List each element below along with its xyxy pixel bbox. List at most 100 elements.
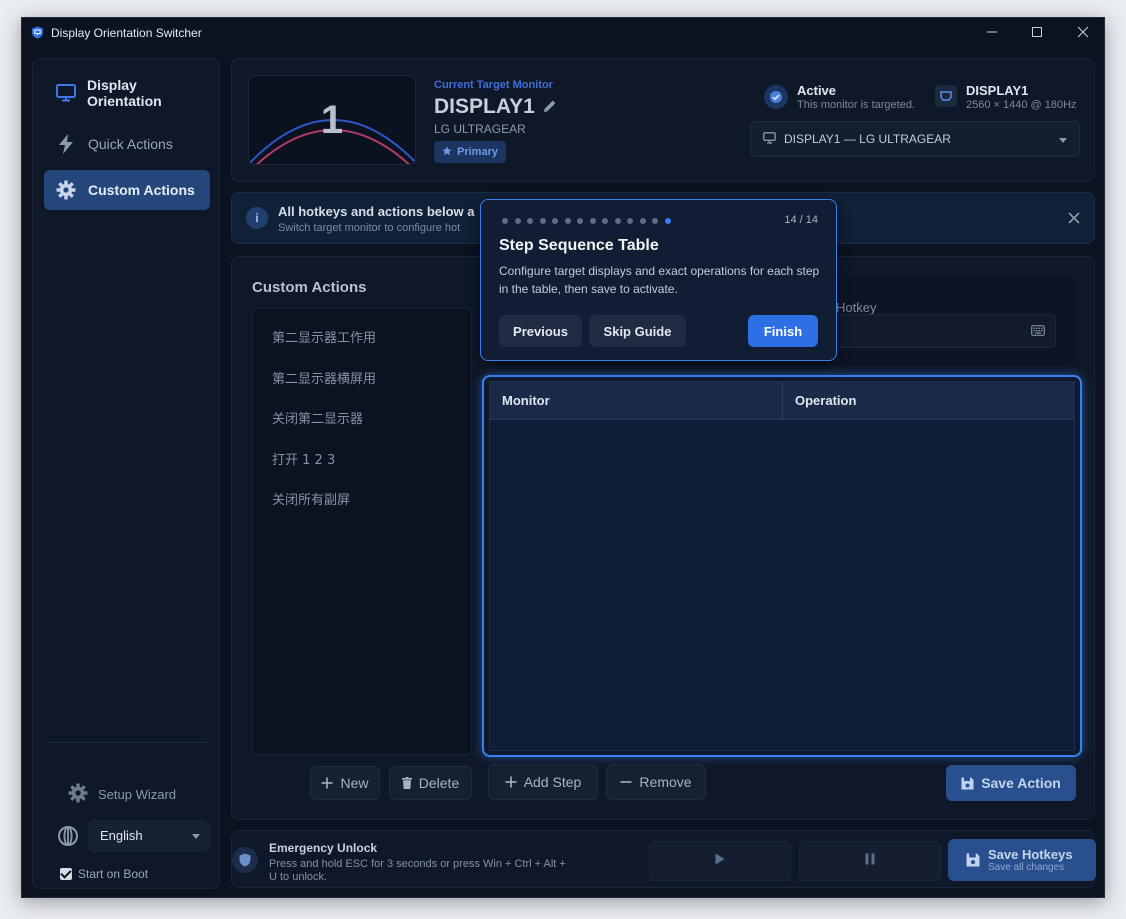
save-action-label: Save Action bbox=[981, 775, 1061, 791]
new-action-label: New bbox=[340, 775, 369, 791]
primary-badge: Primary bbox=[434, 141, 506, 163]
hotkey-input[interactable] bbox=[828, 314, 1056, 348]
lightning-icon bbox=[54, 134, 78, 154]
gear-icon bbox=[54, 180, 78, 200]
monitor-icon bbox=[763, 131, 784, 147]
sidebar-item-quick-actions[interactable]: Quick Actions bbox=[44, 124, 210, 164]
info-banner-title: All hotkeys and actions below a bbox=[278, 204, 475, 219]
guide-description: Configure target displays and exact oper… bbox=[499, 264, 820, 296]
start-on-boot-checkbox[interactable]: Start on Boot bbox=[60, 867, 148, 881]
step-table-body: Monitor Operation bbox=[489, 381, 1075, 751]
remove-step-button[interactable]: Remove bbox=[606, 764, 706, 800]
gear-icon bbox=[68, 783, 98, 806]
status-subtitle: This monitor is targeted. bbox=[797, 99, 915, 111]
sidebar-item-display-orientation[interactable]: Display Orientation bbox=[44, 73, 210, 113]
resolution-info: DISPLAY1 2560 × 1440 @ 180Hz bbox=[935, 83, 1077, 111]
list-item[interactable]: 打开 1 2 3 bbox=[272, 449, 335, 468]
finish-button[interactable]: Finish bbox=[748, 315, 818, 347]
step-dot bbox=[627, 218, 633, 224]
monitor-name: DISPLAY1 bbox=[434, 95, 557, 119]
step-dot bbox=[539, 218, 546, 224]
setup-wizard-button[interactable]: Setup Wizard bbox=[68, 783, 176, 806]
monitor-model: LG ULTRAGEAR bbox=[434, 122, 526, 136]
step-dot bbox=[527, 218, 533, 224]
monitor-thumbnail: 1 bbox=[248, 75, 416, 165]
sidebar-item-label: Custom Actions bbox=[88, 182, 195, 198]
emergency-unlock-subtitle: Press and hold ESC for 3 seconds or pres… bbox=[269, 858, 566, 883]
sidebar-divider bbox=[45, 742, 207, 743]
step-dot bbox=[514, 218, 521, 224]
language-select[interactable]: English bbox=[88, 820, 210, 852]
language-value: English bbox=[100, 828, 143, 843]
active-status: Active This monitor is targeted. bbox=[764, 83, 915, 111]
skip-guide-button[interactable]: Skip Guide bbox=[589, 315, 686, 347]
step-dot bbox=[552, 218, 558, 224]
save-action-button[interactable]: Save Action bbox=[946, 765, 1076, 801]
remove-step-label: Remove bbox=[639, 774, 692, 790]
guide-popover: 14 / 14 Step Sequence Table Configure ta… bbox=[480, 199, 837, 361]
pause-button[interactable] bbox=[799, 841, 941, 881]
sidebar-item-label: Display Orientation bbox=[87, 77, 162, 109]
info-icon: i bbox=[246, 207, 268, 229]
start-on-boot-label: Start on Boot bbox=[78, 867, 149, 881]
info-banner-subtitle: Switch target monitor to configure hot bbox=[278, 222, 461, 234]
add-step-button[interactable]: Add Step bbox=[488, 764, 598, 800]
guide-title: Step Sequence Table bbox=[499, 237, 659, 254]
monitor-card: 1 Current Target Monitor DISPLAY1 LG ULT… bbox=[231, 58, 1095, 182]
pause-icon bbox=[865, 852, 875, 870]
shield-icon bbox=[232, 847, 258, 873]
add-step-label: Add Step bbox=[523, 774, 582, 790]
status-title: Active bbox=[797, 83, 837, 98]
save-hotkeys-title: Save Hotkeys bbox=[988, 847, 1073, 862]
step-dot bbox=[564, 218, 571, 224]
list-item[interactable]: 第二显示器工作用 bbox=[272, 327, 376, 346]
delete-action-label: Delete bbox=[418, 775, 460, 791]
hotkey-label: Hotkey bbox=[836, 300, 877, 315]
step-dot bbox=[589, 218, 596, 224]
play-button[interactable] bbox=[649, 841, 791, 881]
maximize-button[interactable] bbox=[1027, 24, 1047, 42]
step-sequence-table[interactable]: Monitor Operation bbox=[482, 375, 1082, 757]
minimize-button[interactable] bbox=[982, 24, 1002, 42]
step-progress-dots bbox=[502, 218, 677, 224]
step-counter: 14 / 14 bbox=[784, 214, 818, 226]
column-divider[interactable] bbox=[782, 382, 783, 420]
table-header-row: Monitor Operation bbox=[490, 382, 1074, 420]
window-title: Display Orientation Switcher bbox=[51, 26, 202, 40]
step-dot bbox=[577, 218, 583, 224]
list-item[interactable]: 关闭所有副屏 bbox=[272, 489, 350, 508]
display-port-icon bbox=[935, 85, 957, 107]
setup-wizard-label: Setup Wizard bbox=[98, 787, 177, 802]
close-icon[interactable] bbox=[1068, 211, 1080, 229]
monitor-number: 1 bbox=[320, 98, 344, 142]
title-bar: Display Orientation Switcher bbox=[22, 18, 1104, 48]
resolution-display-name: DISPLAY1 bbox=[966, 83, 1029, 98]
close-window-button[interactable] bbox=[1073, 24, 1093, 42]
chevron-down-icon bbox=[192, 834, 200, 839]
monitor-select-value: DISPLAY1 — LG ULTRAGEAR bbox=[784, 132, 951, 146]
primary-badge-label: Primary bbox=[457, 146, 498, 158]
monitor-select[interactable]: DISPLAY1 — LG ULTRAGEAR bbox=[750, 121, 1080, 157]
monitor-name-text: DISPLAY1 bbox=[434, 95, 535, 118]
previous-button[interactable]: Previous bbox=[499, 315, 582, 347]
check-circle-icon bbox=[764, 85, 788, 109]
checkbox-checked-icon[interactable] bbox=[60, 868, 72, 880]
footer-bar: Emergency Unlock Press and hold ESC for … bbox=[231, 830, 1096, 888]
star-icon bbox=[442, 145, 457, 159]
delete-action-button[interactable]: Delete bbox=[389, 766, 472, 800]
list-item[interactable]: 关闭第二显示器 bbox=[272, 408, 363, 427]
step-dot bbox=[652, 218, 658, 224]
list-item[interactable]: 第二显示器横屏用 bbox=[272, 368, 376, 387]
edit-pencil-icon[interactable] bbox=[535, 95, 557, 119]
sidebar-item-custom-actions[interactable]: Custom Actions bbox=[44, 170, 210, 210]
sidebar: Display Orientation Quick Actions Custom… bbox=[32, 58, 220, 889]
new-action-button[interactable]: New bbox=[310, 766, 380, 800]
step-dot bbox=[502, 218, 508, 224]
monitor-icon bbox=[54, 84, 77, 102]
step-dot bbox=[602, 218, 608, 224]
custom-actions-list[interactable]: 第二显示器工作用 第二显示器横屏用 关闭第二显示器 打开 1 2 3 关闭所有副… bbox=[252, 308, 472, 755]
column-header-operation: Operation bbox=[795, 393, 857, 408]
save-hotkeys-button[interactable]: Save Hotkeys Save all changes bbox=[948, 839, 1096, 881]
resolution-detail: 2560 × 1440 @ 180Hz bbox=[966, 99, 1077, 111]
save-hotkeys-subtitle: Save all changes bbox=[988, 862, 1065, 873]
